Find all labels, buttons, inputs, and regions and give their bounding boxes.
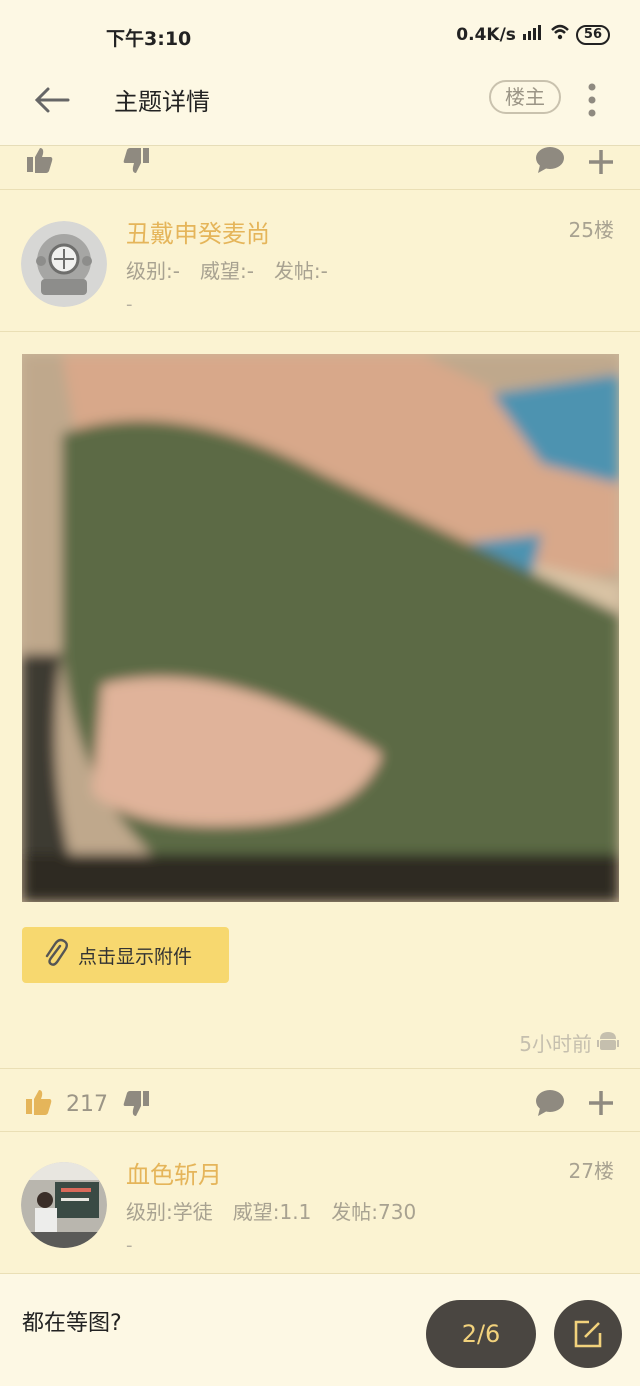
action-row-previous bbox=[0, 146, 640, 190]
divider bbox=[0, 189, 640, 190]
signal-icon bbox=[522, 24, 544, 45]
thumbs-up-icon[interactable] bbox=[26, 146, 54, 178]
wifi-icon bbox=[550, 24, 570, 45]
user-signature: - bbox=[126, 1235, 133, 1256]
android-icon bbox=[597, 1029, 619, 1057]
attachment-label: 点击显示附件 bbox=[78, 945, 193, 968]
user-level: 级别:学徒 bbox=[126, 1200, 213, 1224]
status-time: 下午3:10 bbox=[106, 28, 192, 50]
add-icon[interactable] bbox=[587, 1089, 615, 1121]
post-time: 5小时前 bbox=[519, 1032, 592, 1056]
network-speed: 0.4K/s bbox=[456, 24, 516, 45]
divider bbox=[0, 1131, 640, 1132]
username[interactable]: 血色斩月 bbox=[126, 1155, 222, 1190]
user-meta: 级别:学徒 威望:1.1 发帖:730 bbox=[126, 1196, 436, 1225]
thumbs-up-icon[interactable] bbox=[24, 1088, 54, 1120]
username[interactable]: 丑戴申癸麦尚 bbox=[126, 214, 270, 249]
thumbs-down-icon[interactable] bbox=[122, 146, 150, 180]
user-prestige: 威望:- bbox=[199, 259, 254, 283]
divider bbox=[0, 1068, 640, 1069]
louzhu-filter-button[interactable]: 楼主 bbox=[489, 80, 561, 114]
show-attachment-button[interactable]: 点击显示附件 bbox=[22, 927, 229, 983]
comment-icon[interactable] bbox=[534, 1089, 566, 1121]
user-post-count: 发帖:- bbox=[273, 259, 328, 283]
user-meta: 级别:- 威望:- 发帖:- bbox=[126, 255, 348, 284]
paperclip-icon bbox=[42, 938, 68, 972]
page-title: 主题详情 bbox=[114, 88, 210, 116]
like-count: 217 bbox=[66, 1092, 108, 1117]
status-indicators: 0.4K/s 56 bbox=[456, 24, 610, 45]
avatar[interactable] bbox=[21, 221, 107, 307]
reply-button[interactable] bbox=[554, 1300, 622, 1368]
post-image[interactable] bbox=[22, 354, 619, 902]
post-content-text: 都在等图? bbox=[22, 1311, 122, 1336]
divider bbox=[0, 331, 640, 332]
comment-icon[interactable] bbox=[534, 146, 566, 178]
floor-number: 25楼 bbox=[568, 218, 614, 242]
avatar[interactable] bbox=[21, 1162, 107, 1248]
user-post-count: 发帖:730 bbox=[331, 1200, 417, 1224]
thumbs-down-icon[interactable] bbox=[122, 1089, 150, 1123]
add-icon[interactable] bbox=[587, 148, 615, 180]
user-level: 级别:- bbox=[126, 259, 180, 283]
user-signature: - bbox=[126, 294, 133, 315]
divider bbox=[0, 1273, 640, 1274]
back-arrow-icon[interactable] bbox=[32, 84, 72, 116]
page-indicator-button[interactable]: 2/6 bbox=[426, 1300, 536, 1368]
more-options-icon[interactable] bbox=[582, 82, 602, 118]
battery-indicator: 56 bbox=[575, 24, 610, 45]
floor-number: 27楼 bbox=[568, 1159, 614, 1183]
edit-icon bbox=[573, 1319, 603, 1353]
user-prestige: 威望:1.1 bbox=[232, 1200, 312, 1224]
